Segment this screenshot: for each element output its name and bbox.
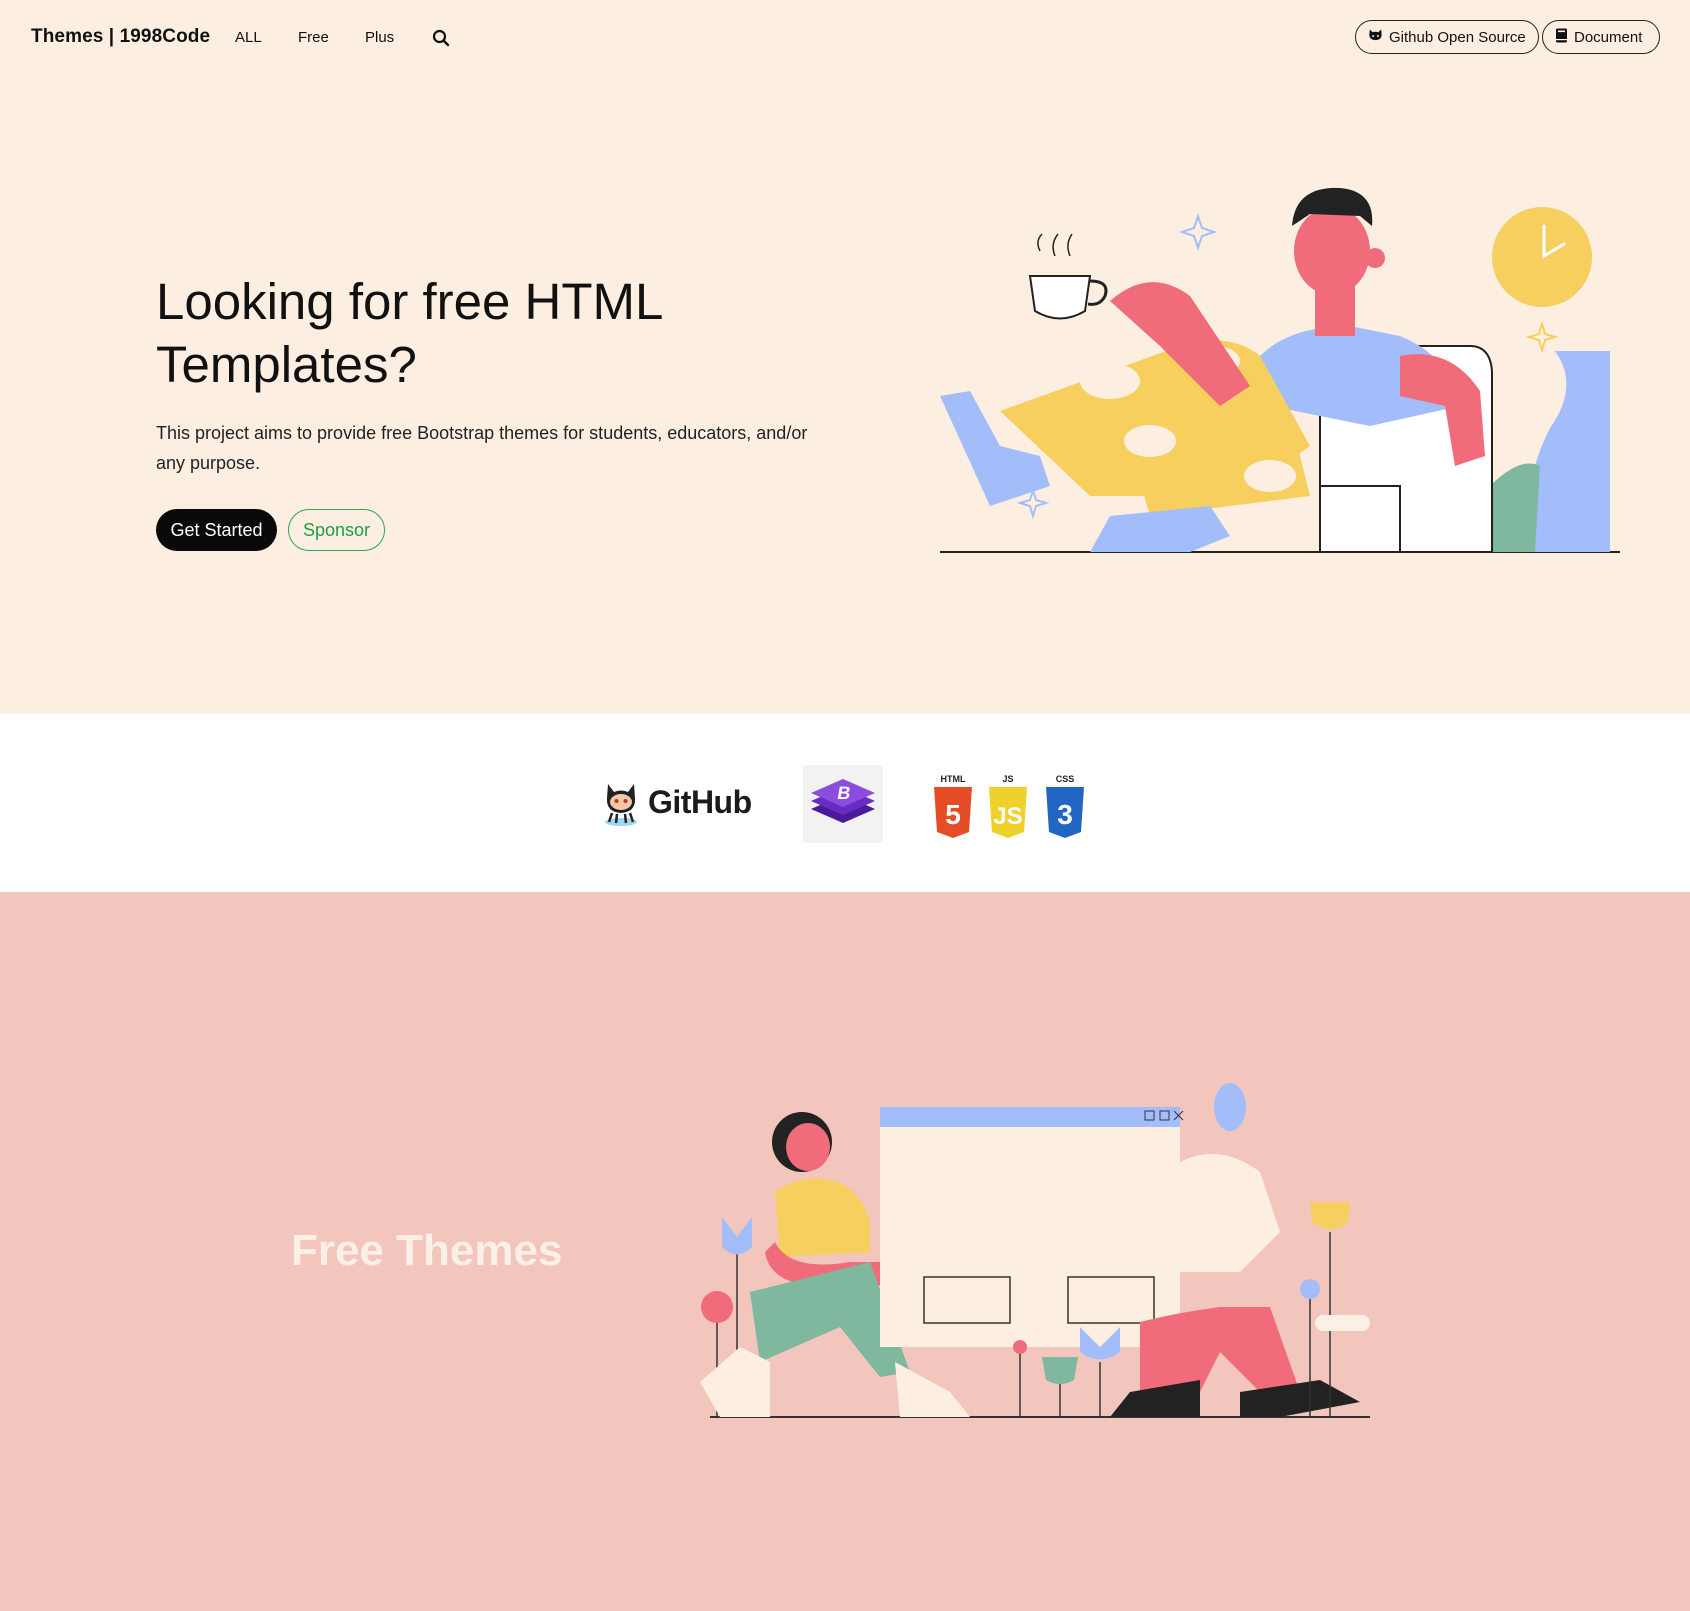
document-button[interactable]: Document [1542,20,1660,54]
sparkle-icon [1525,320,1559,354]
themes-illustration-people-with-window [700,1083,1370,1418]
coffee-cup-icon [1028,233,1108,320]
nav-link-all[interactable]: ALL [235,29,262,46]
free-themes-section: Free Themes [0,892,1690,1611]
top-navbar: Themes | 1998Code ALL Free Plus Github O… [0,0,1690,76]
search-icon[interactable] [432,29,452,49]
js-logo-label: JS [1002,774,1013,784]
svg-text:3: 3 [1057,799,1073,830]
hero-section: Looking for free HTML Templates? This pr… [0,76,1690,714]
hero-title: Looking for free HTML Templates? [156,273,662,393]
github-button-label: Github Open Source [1389,28,1526,46]
css-logo-label: CSS [1056,774,1075,784]
nav-link-plus[interactable]: Plus [365,29,394,46]
book-icon [1555,28,1568,47]
bootstrap-logo: B [803,765,883,843]
tech-logos-strip: GitHub B HTML 5 JS JS CSS 3 [0,714,1690,892]
document-button-label: Document [1574,28,1643,46]
clock-icon [1492,207,1592,307]
brand-logo-text[interactable]: Themes | 1998Code [31,26,210,48]
sponsor-button[interactable]: Sponsor [288,509,385,551]
get-started-button[interactable]: Get Started [156,509,277,551]
html-logo-label: HTML [941,774,966,784]
sparkle-icon [1178,212,1218,252]
github-logo: GitHub [600,772,770,832]
github-icon [1368,28,1383,46]
free-themes-title: Free Themes [291,1226,563,1275]
octocat-icon [605,784,637,826]
nav-link-free[interactable]: Free [298,29,329,46]
svg-text:5: 5 [945,799,961,830]
hero-description: This project aims to provide free Bootst… [156,423,808,473]
hero-illustration-man-relaxing [940,187,1620,553]
svg-text:JS: JS [993,803,1022,830]
github-wordmark: GitHub [648,783,752,820]
github-open-source-button[interactable]: Github Open Source [1355,20,1539,54]
html-js-css-logos: HTML 5 JS JS CSS 3 [928,772,1088,844]
